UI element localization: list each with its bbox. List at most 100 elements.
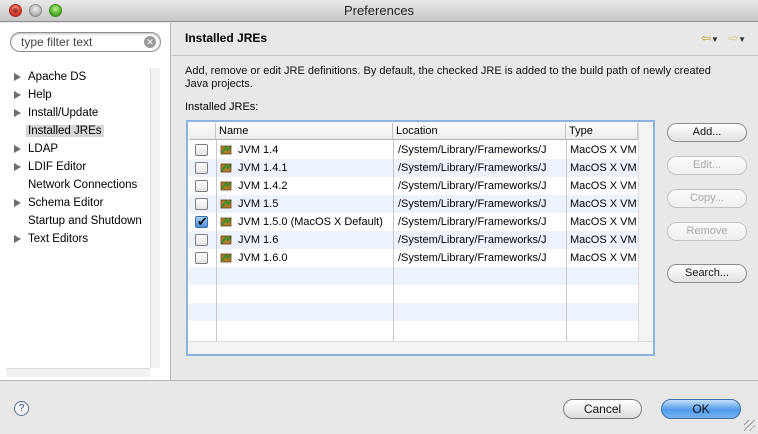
expand-arrow-icon[interactable] bbox=[14, 235, 21, 243]
table-horizontal-scrollbar[interactable] bbox=[188, 341, 653, 354]
bottom-divider bbox=[0, 380, 758, 381]
preference-page: Installed JREs ⇦▼ ⇨▼ Add, remove or edit… bbox=[172, 23, 758, 380]
forward-arrow-icon[interactable]: ⇨ bbox=[728, 31, 738, 45]
tree-item[interactable]: Apache DS bbox=[0, 68, 150, 86]
table-row[interactable]: JVM 1.6/System/Library/Frameworks/J MacOS… bbox=[189, 231, 638, 249]
default-jre-checkbox[interactable] bbox=[195, 252, 208, 264]
tree-item[interactable]: LDIF Editor bbox=[0, 158, 150, 176]
column-header-name[interactable]: Name bbox=[216, 123, 393, 140]
jre-type-cell: MacOS X VM bbox=[570, 162, 637, 174]
jre-name-text: JVM 1.5 bbox=[238, 198, 279, 210]
jre-name-text: JVM 1.6.0 bbox=[238, 252, 288, 264]
jre-location-cell: /System/Library/Frameworks/J bbox=[398, 162, 547, 174]
tree-vertical-scrollbar[interactable] bbox=[150, 68, 160, 368]
tree-item[interactable]: LDAP bbox=[0, 140, 150, 158]
jre-name-text: JVM 1.6 bbox=[238, 234, 279, 246]
tree-item[interactable]: Startup and Shutdown bbox=[0, 212, 150, 230]
expand-arrow-icon[interactable] bbox=[14, 199, 21, 207]
column-divider bbox=[393, 140, 394, 342]
copy-jre-button[interactable]: Copy... bbox=[667, 189, 747, 208]
jre-location-cell: /System/Library/Frameworks/J bbox=[398, 144, 547, 156]
help-icon[interactable]: ? bbox=[14, 401, 29, 416]
default-jre-checkbox[interactable] bbox=[195, 162, 208, 174]
jre-type-cell: MacOS X VM bbox=[570, 216, 637, 228]
filter-field: ✕ bbox=[10, 32, 161, 52]
table-row[interactable]: JVM 1.5.0 (MacOS X Default) /System/Libra… bbox=[189, 213, 638, 231]
title-bar: Preferences bbox=[0, 0, 758, 22]
tree-item[interactable]: Install/Update bbox=[0, 104, 150, 122]
jre-type-cell: MacOS X VM bbox=[570, 234, 637, 246]
table-row[interactable]: JVM 1.6.0/System/Library/Frameworks/J Mac… bbox=[189, 249, 638, 267]
cancel-button[interactable]: Cancel bbox=[563, 399, 642, 419]
jre-name-text: JVM 1.4.1 bbox=[238, 162, 288, 174]
expand-arrow-icon[interactable] bbox=[14, 163, 21, 171]
back-history-dropdown-icon[interactable]: ▼ bbox=[711, 35, 719, 44]
installed-jres-label: Installed JREs: bbox=[185, 101, 259, 113]
forward-history-dropdown-icon[interactable]: ▼ bbox=[738, 35, 746, 44]
jre-table[interactable]: Name Location Type JVM 1.4/System/Librar… bbox=[186, 120, 655, 356]
resize-grip[interactable] bbox=[744, 420, 755, 431]
tree-item-label: LDAP bbox=[28, 143, 59, 155]
ok-button[interactable]: OK bbox=[661, 399, 741, 419]
expand-arrow-icon[interactable] bbox=[14, 73, 21, 81]
page-description: Add, remove or edit JRE definitions. By … bbox=[185, 65, 711, 90]
preference-tree: Apache DS Help Install/Update Installed JRE… bbox=[0, 68, 150, 248]
table-row bbox=[189, 303, 638, 321]
table-row bbox=[189, 285, 638, 303]
table-row[interactable]: JVM 1.4.2/System/Library/Frameworks/J Mac… bbox=[189, 177, 638, 195]
tree-item-label: Network Connections bbox=[28, 179, 138, 191]
column-header-location[interactable]: Location bbox=[393, 123, 566, 140]
jre-name-text: JVM 1.4.2 bbox=[238, 180, 288, 192]
clear-filter-icon[interactable]: ✕ bbox=[144, 36, 156, 48]
header-divider bbox=[172, 55, 758, 56]
expand-arrow-icon[interactable] bbox=[14, 91, 21, 99]
tree-item-label: Installed JREs bbox=[26, 125, 104, 137]
window-title: Preferences bbox=[343, 3, 415, 18]
add-jre-button[interactable]: Add... bbox=[667, 123, 747, 142]
jre-name-cell: JVM 1.4 bbox=[220, 141, 392, 159]
default-jre-checkbox[interactable] bbox=[195, 144, 208, 156]
tree-item[interactable]: Network Connections bbox=[0, 176, 150, 194]
tree-item[interactable]: Text Editors bbox=[0, 230, 150, 248]
default-jre-checkbox[interactable] bbox=[195, 198, 208, 210]
search-jre-button[interactable]: Search... bbox=[667, 264, 747, 283]
jre-name-text: JVM 1.5.0 (MacOS X Default) bbox=[238, 216, 383, 228]
tree-item[interactable]: Installed JREs bbox=[0, 122, 150, 140]
filter-input[interactable] bbox=[21, 35, 139, 49]
jre-library-icon bbox=[220, 252, 234, 264]
jre-location-cell: /System/Library/Frameworks/J bbox=[398, 234, 547, 246]
table-row bbox=[189, 267, 638, 285]
edit-jre-button[interactable]: Edit... bbox=[667, 156, 747, 175]
tree-item-label: Startup and Shutdown bbox=[28, 215, 142, 227]
expand-arrow-icon[interactable] bbox=[14, 145, 21, 153]
table-row[interactable]: JVM 1.4/System/Library/Frameworks/J MacOS… bbox=[189, 141, 638, 159]
tree-horizontal-scrollbar[interactable] bbox=[6, 368, 150, 377]
tree-item-label: Schema Editor bbox=[28, 197, 104, 209]
column-header-check[interactable] bbox=[189, 123, 216, 140]
table-row[interactable]: JVM 1.5/System/Library/Frameworks/J MacOS… bbox=[189, 195, 638, 213]
jre-location-cell: /System/Library/Frameworks/J bbox=[398, 198, 547, 210]
expand-arrow-icon[interactable] bbox=[14, 109, 21, 117]
tree-item-label: Text Editors bbox=[28, 233, 89, 245]
jre-library-icon bbox=[220, 216, 234, 228]
back-arrow-icon[interactable]: ⇦ bbox=[701, 31, 711, 45]
jre-name-cell: JVM 1.5 bbox=[220, 195, 392, 213]
table-row[interactable]: JVM 1.4.1/System/Library/Frameworks/J Mac… bbox=[189, 159, 638, 177]
tree-item-label: Help bbox=[28, 89, 52, 101]
column-divider bbox=[216, 140, 217, 342]
jre-location-cell: /System/Library/Frameworks/J bbox=[398, 216, 547, 228]
default-jre-checkbox[interactable] bbox=[195, 180, 208, 192]
table-vertical-scrollbar[interactable] bbox=[638, 122, 653, 341]
remove-jre-button[interactable]: Remove bbox=[667, 222, 747, 241]
jre-library-icon bbox=[220, 162, 234, 174]
column-divider bbox=[566, 140, 567, 342]
default-jre-checkbox[interactable] bbox=[195, 234, 208, 246]
jre-type-cell: MacOS X VM bbox=[570, 198, 637, 210]
jre-location-cell: /System/Library/Frameworks/J bbox=[398, 180, 547, 192]
tree-item[interactable]: Help bbox=[0, 86, 150, 104]
column-header-type[interactable]: Type bbox=[566, 123, 638, 140]
jre-name-cell: JVM 1.5.0 (MacOS X Default) bbox=[220, 213, 392, 231]
default-jre-checkbox[interactable] bbox=[195, 214, 208, 230]
jre-name-cell: JVM 1.4.1 bbox=[220, 159, 392, 177]
tree-item[interactable]: Schema Editor bbox=[0, 194, 150, 212]
